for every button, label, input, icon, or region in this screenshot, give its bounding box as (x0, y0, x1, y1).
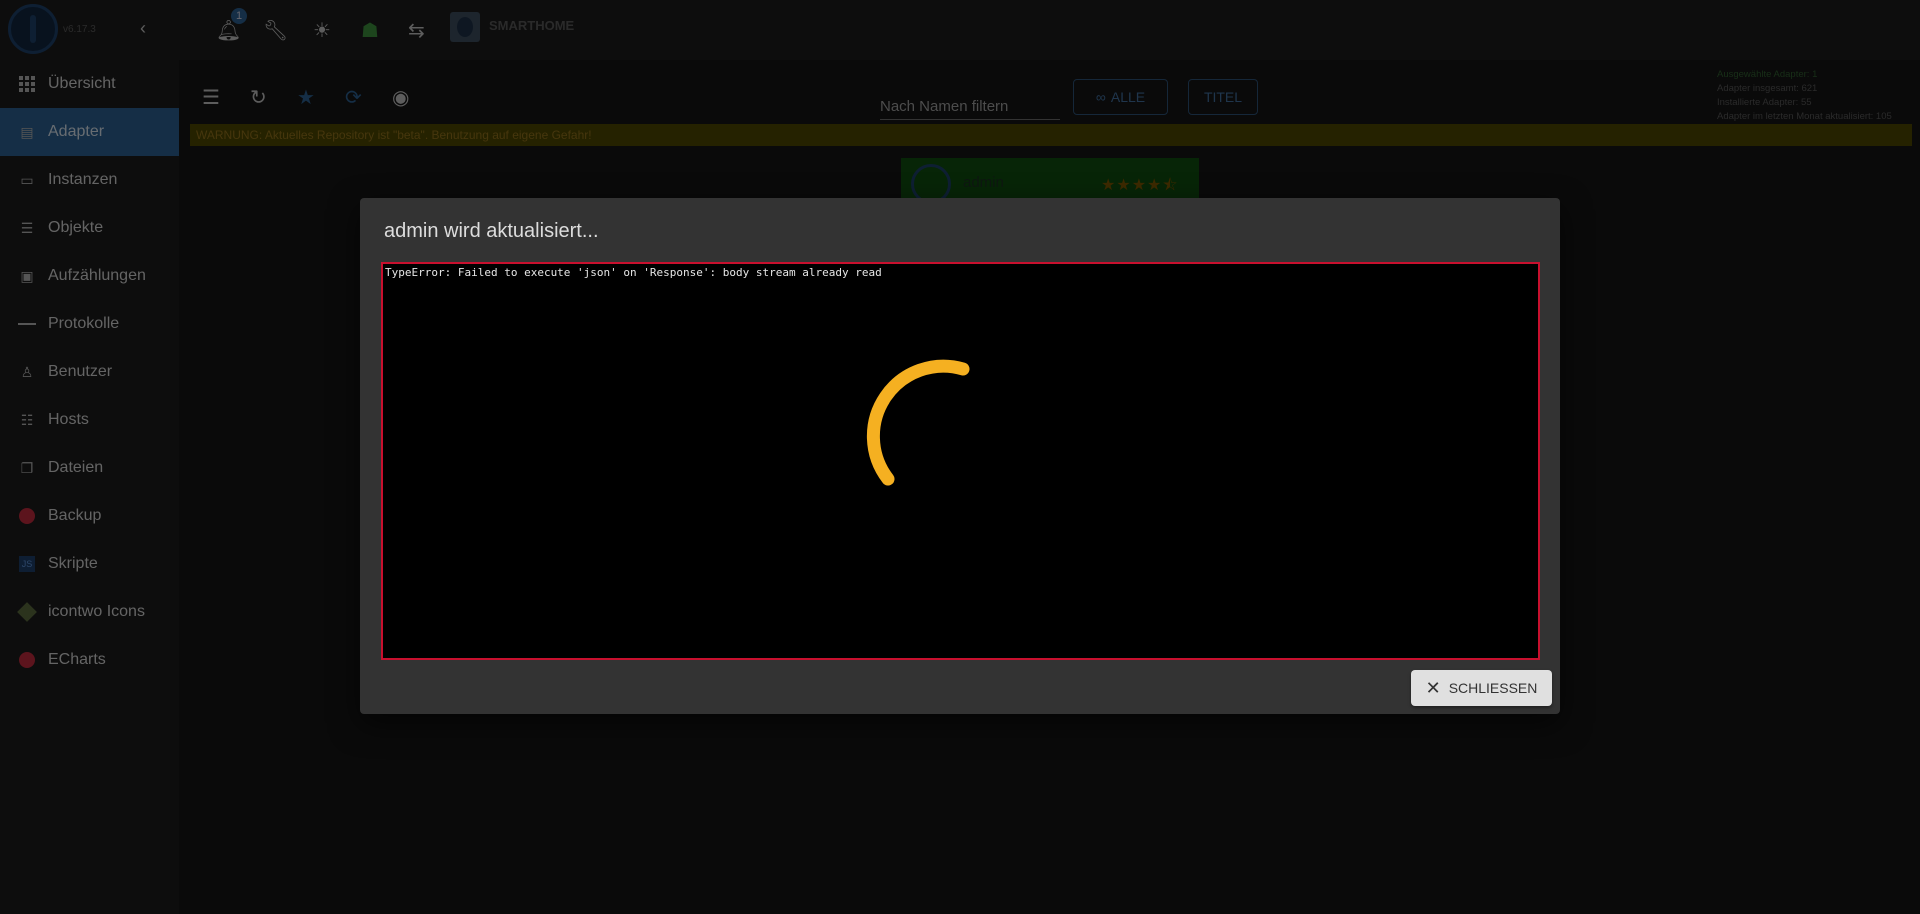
update-dialog: admin wird aktualisiert... TypeError: Fa… (360, 198, 1560, 714)
close-button-label: SCHLIESSEN (1448, 680, 1538, 696)
loading-spinner-icon (866, 359, 970, 486)
app-root: v6.17.3 ‹ Übersicht ▤ Adapter ▭ Instanze… (0, 0, 1920, 914)
dialog-title: admin wird aktualisiert... (384, 220, 599, 242)
close-dialog-button[interactable]: ✕ SCHLIESSEN (1411, 670, 1552, 706)
close-icon: ✕ (1425, 678, 1441, 698)
console-error-text: TypeError: Failed to execute 'json' on '… (385, 266, 882, 279)
console-output: TypeError: Failed to execute 'json' on '… (381, 262, 1540, 660)
